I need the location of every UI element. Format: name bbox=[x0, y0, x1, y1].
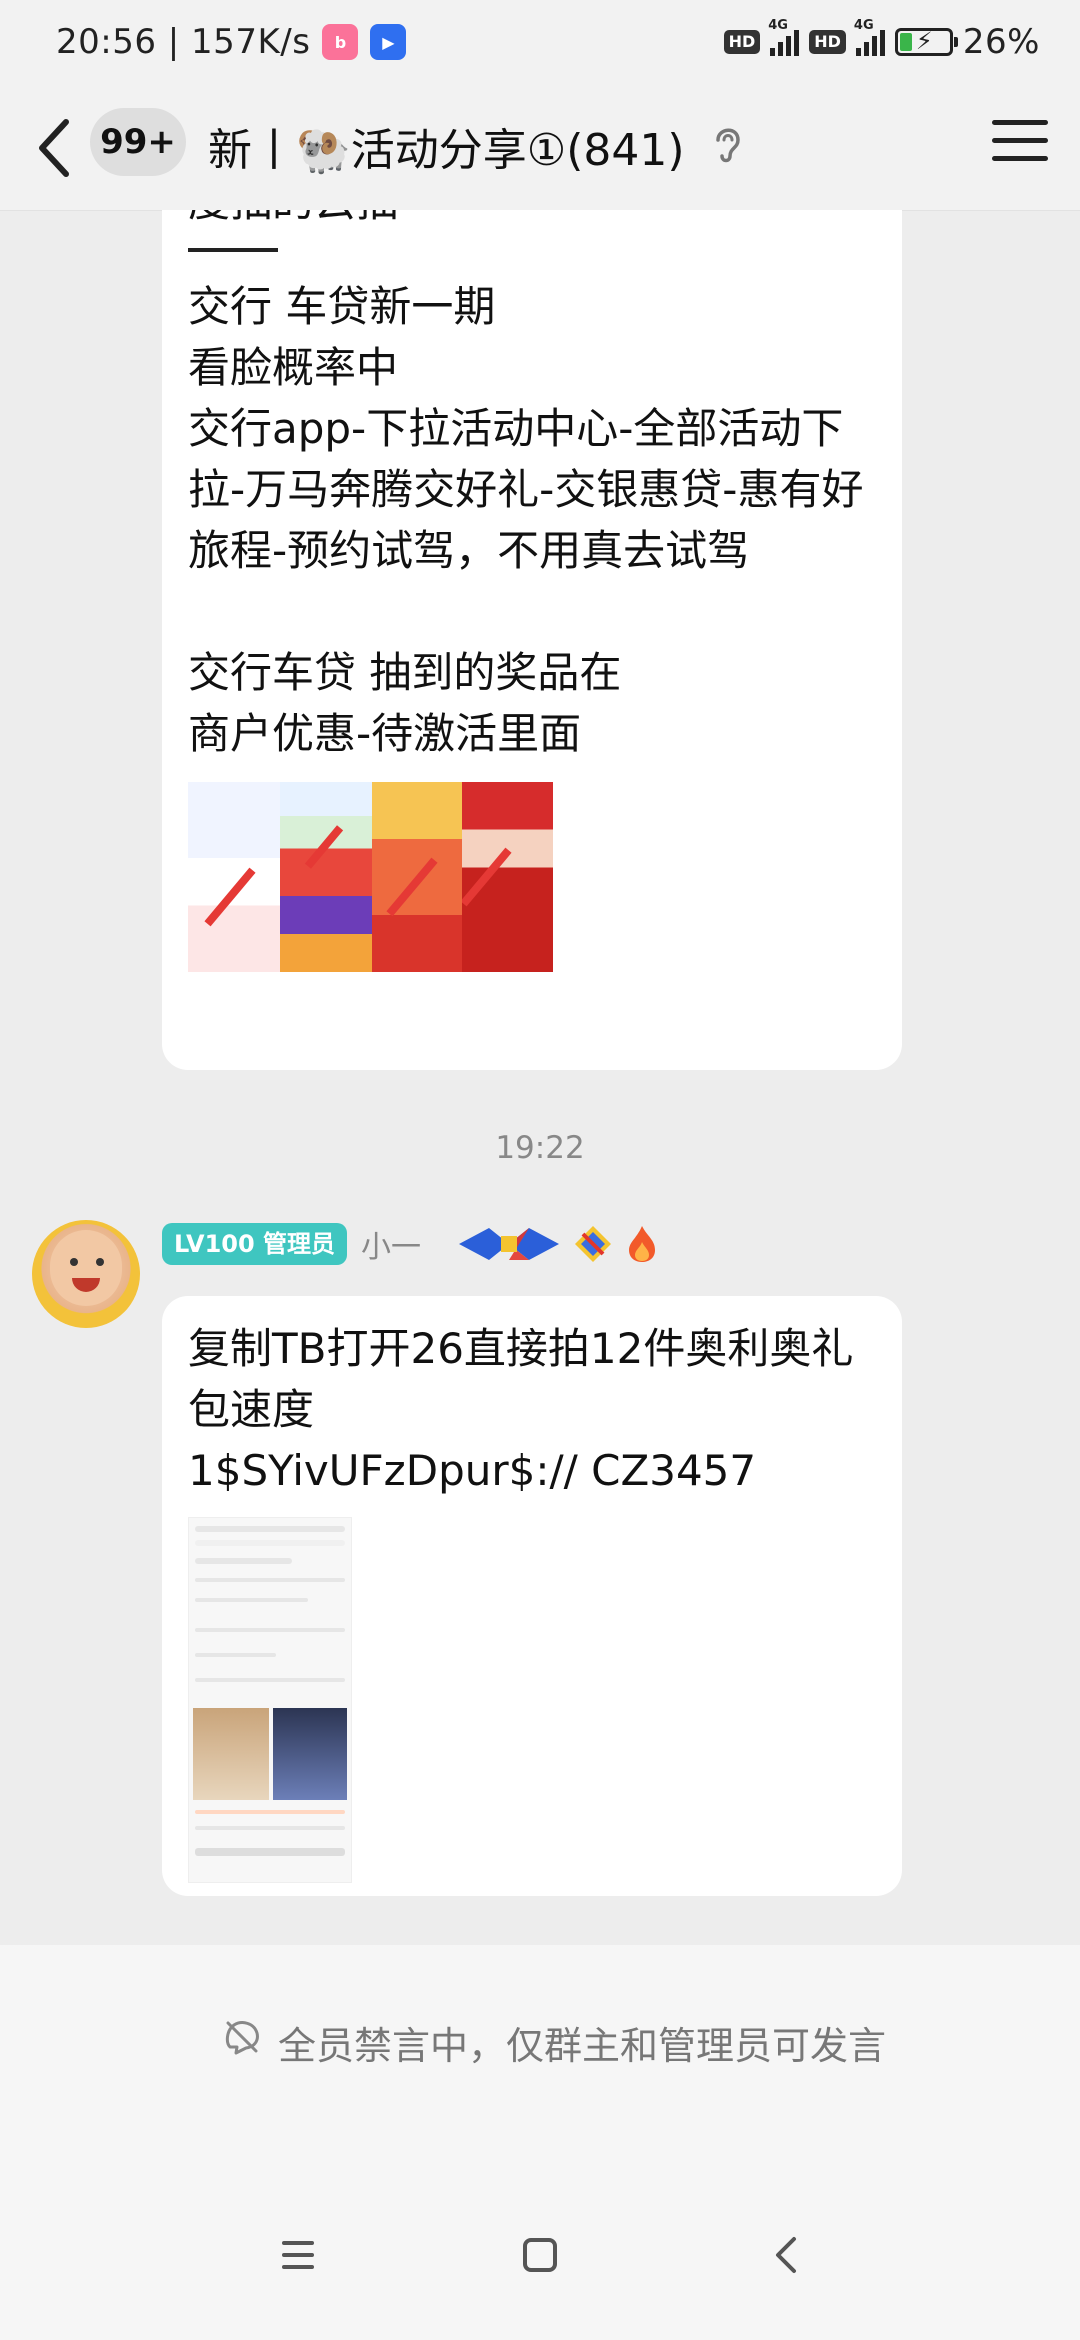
sender-info: LV100 管理员 小一 bbox=[162, 1222, 657, 1266]
system-nav-bar bbox=[0, 2165, 1080, 2340]
shot-bar bbox=[195, 1678, 345, 1682]
hamburger-menu-icon bbox=[992, 120, 1048, 125]
status-right: HD 4G HD 4G ⚡ 26% bbox=[723, 18, 1040, 62]
avatar-face bbox=[50, 1230, 122, 1306]
app-notification-icon: ▶ bbox=[370, 24, 407, 60]
charging-icon: ⚡ bbox=[915, 27, 933, 55]
page-title[interactable]: 新丨🐏活动分享①(841) bbox=[208, 114, 685, 178]
screenshot-thumb-4 bbox=[462, 782, 553, 972]
chat-header: 99+ 新丨🐏活动分享①(841) bbox=[0, 88, 1080, 211]
mute-icon bbox=[225, 2021, 259, 2055]
role-badge: LV100 管理员 bbox=[162, 1223, 348, 1265]
screenshot-thumb-3 bbox=[372, 782, 462, 972]
shot-bar bbox=[195, 1540, 345, 1546]
home-button[interactable] bbox=[510, 2225, 570, 2285]
chevron-left-icon bbox=[39, 119, 69, 177]
avatar[interactable] bbox=[32, 1220, 140, 1328]
shot-bar bbox=[195, 1848, 345, 1856]
hamburger-line bbox=[992, 138, 1048, 143]
input-area-muted: 全员禁言中，仅群主和管理员可发言 bbox=[0, 1945, 1080, 2165]
timestamp: 19:22 bbox=[495, 1130, 585, 1166]
ear-icon[interactable] bbox=[710, 122, 746, 166]
chat-area[interactable]: 度抽的云抽 交行 车贷新一期 看脸概率中 交行app-下拉活动中心-全部活动下拉… bbox=[0, 210, 1080, 1945]
shot-bar bbox=[195, 1598, 309, 1602]
unread-count-badge[interactable]: 99+ bbox=[90, 108, 186, 176]
fire-icon[interactable] bbox=[627, 1224, 657, 1264]
red-arrow-icon bbox=[462, 847, 512, 907]
bilibili-icon: b bbox=[322, 24, 359, 60]
shot-bar bbox=[195, 1558, 293, 1564]
network-type-2: 4G bbox=[853, 18, 874, 33]
back-button[interactable] bbox=[30, 112, 90, 184]
medal-icon[interactable] bbox=[459, 1224, 560, 1264]
red-arrow-icon bbox=[304, 825, 344, 869]
recent-apps-button[interactable] bbox=[268, 2225, 328, 2285]
status-bar: 20:56 | 157K/s b ▶ HD 4G HD 4G ⚡ 26% bbox=[0, 0, 1080, 88]
product-image bbox=[193, 1708, 269, 1800]
avatar-eye bbox=[70, 1258, 78, 1266]
hd-icon: HD bbox=[723, 30, 761, 54]
message-text-partial: 度抽的云抽 bbox=[188, 210, 398, 229]
red-arrow-icon bbox=[204, 867, 256, 927]
shot-bar bbox=[195, 1628, 345, 1632]
avatar-eye bbox=[96, 1258, 104, 1266]
shot-bar bbox=[195, 1578, 345, 1582]
sender-name[interactable]: 小一 bbox=[361, 1222, 421, 1266]
shot-bar bbox=[195, 1826, 345, 1830]
badge-icon[interactable] bbox=[573, 1224, 613, 1264]
menu-button[interactable] bbox=[992, 120, 1048, 176]
screenshot-thumb-1 bbox=[188, 782, 280, 972]
battery-percent: 26% bbox=[962, 22, 1040, 62]
hd-icon-2: HD bbox=[809, 30, 846, 54]
message-text: 交行 车贷新一期 看脸概率中 交行app-下拉活动中心-全部活动下拉-万马奔腾交… bbox=[188, 282, 864, 758]
status-time: 20:56 | 157K/s bbox=[56, 22, 311, 62]
image-attachment[interactable] bbox=[188, 782, 553, 972]
status-left: 20:56 | 157K/s b ▶ bbox=[56, 22, 407, 62]
battery-level bbox=[899, 33, 913, 51]
signal-icon: 4G bbox=[768, 18, 800, 56]
divider bbox=[188, 248, 278, 252]
red-arrow-icon bbox=[386, 857, 438, 917]
message-bubble[interactable]: 复制TB打开26直接拍12件奥利奥礼包速度 1$SYivUFzDpur$:// … bbox=[162, 1296, 902, 1896]
message-bubble[interactable]: 度抽的云抽 交行 车贷新一期 看脸概率中 交行app-下拉活动中心-全部活动下拉… bbox=[162, 210, 902, 1070]
mute-notice: 全员禁言中，仅群主和管理员可发言 bbox=[278, 2024, 887, 2068]
signal-icon-2: 4G bbox=[854, 18, 885, 56]
network-type: 4G bbox=[768, 18, 788, 33]
hamburger-line bbox=[992, 156, 1048, 161]
shot-bar bbox=[195, 1526, 345, 1532]
image-attachment[interactable] bbox=[188, 1517, 352, 1883]
shot-bar bbox=[195, 1653, 276, 1657]
shot-bar bbox=[195, 1810, 345, 1814]
battery-icon: ⚡ bbox=[894, 27, 958, 56]
message-text: 复制TB打开26直接拍12件奥利奥礼包速度 1$SYivUFzDpur$:// … bbox=[188, 1324, 854, 1495]
product-image bbox=[273, 1708, 347, 1800]
screenshot-thumb-2 bbox=[280, 782, 372, 972]
back-nav-button[interactable] bbox=[758, 2225, 818, 2285]
